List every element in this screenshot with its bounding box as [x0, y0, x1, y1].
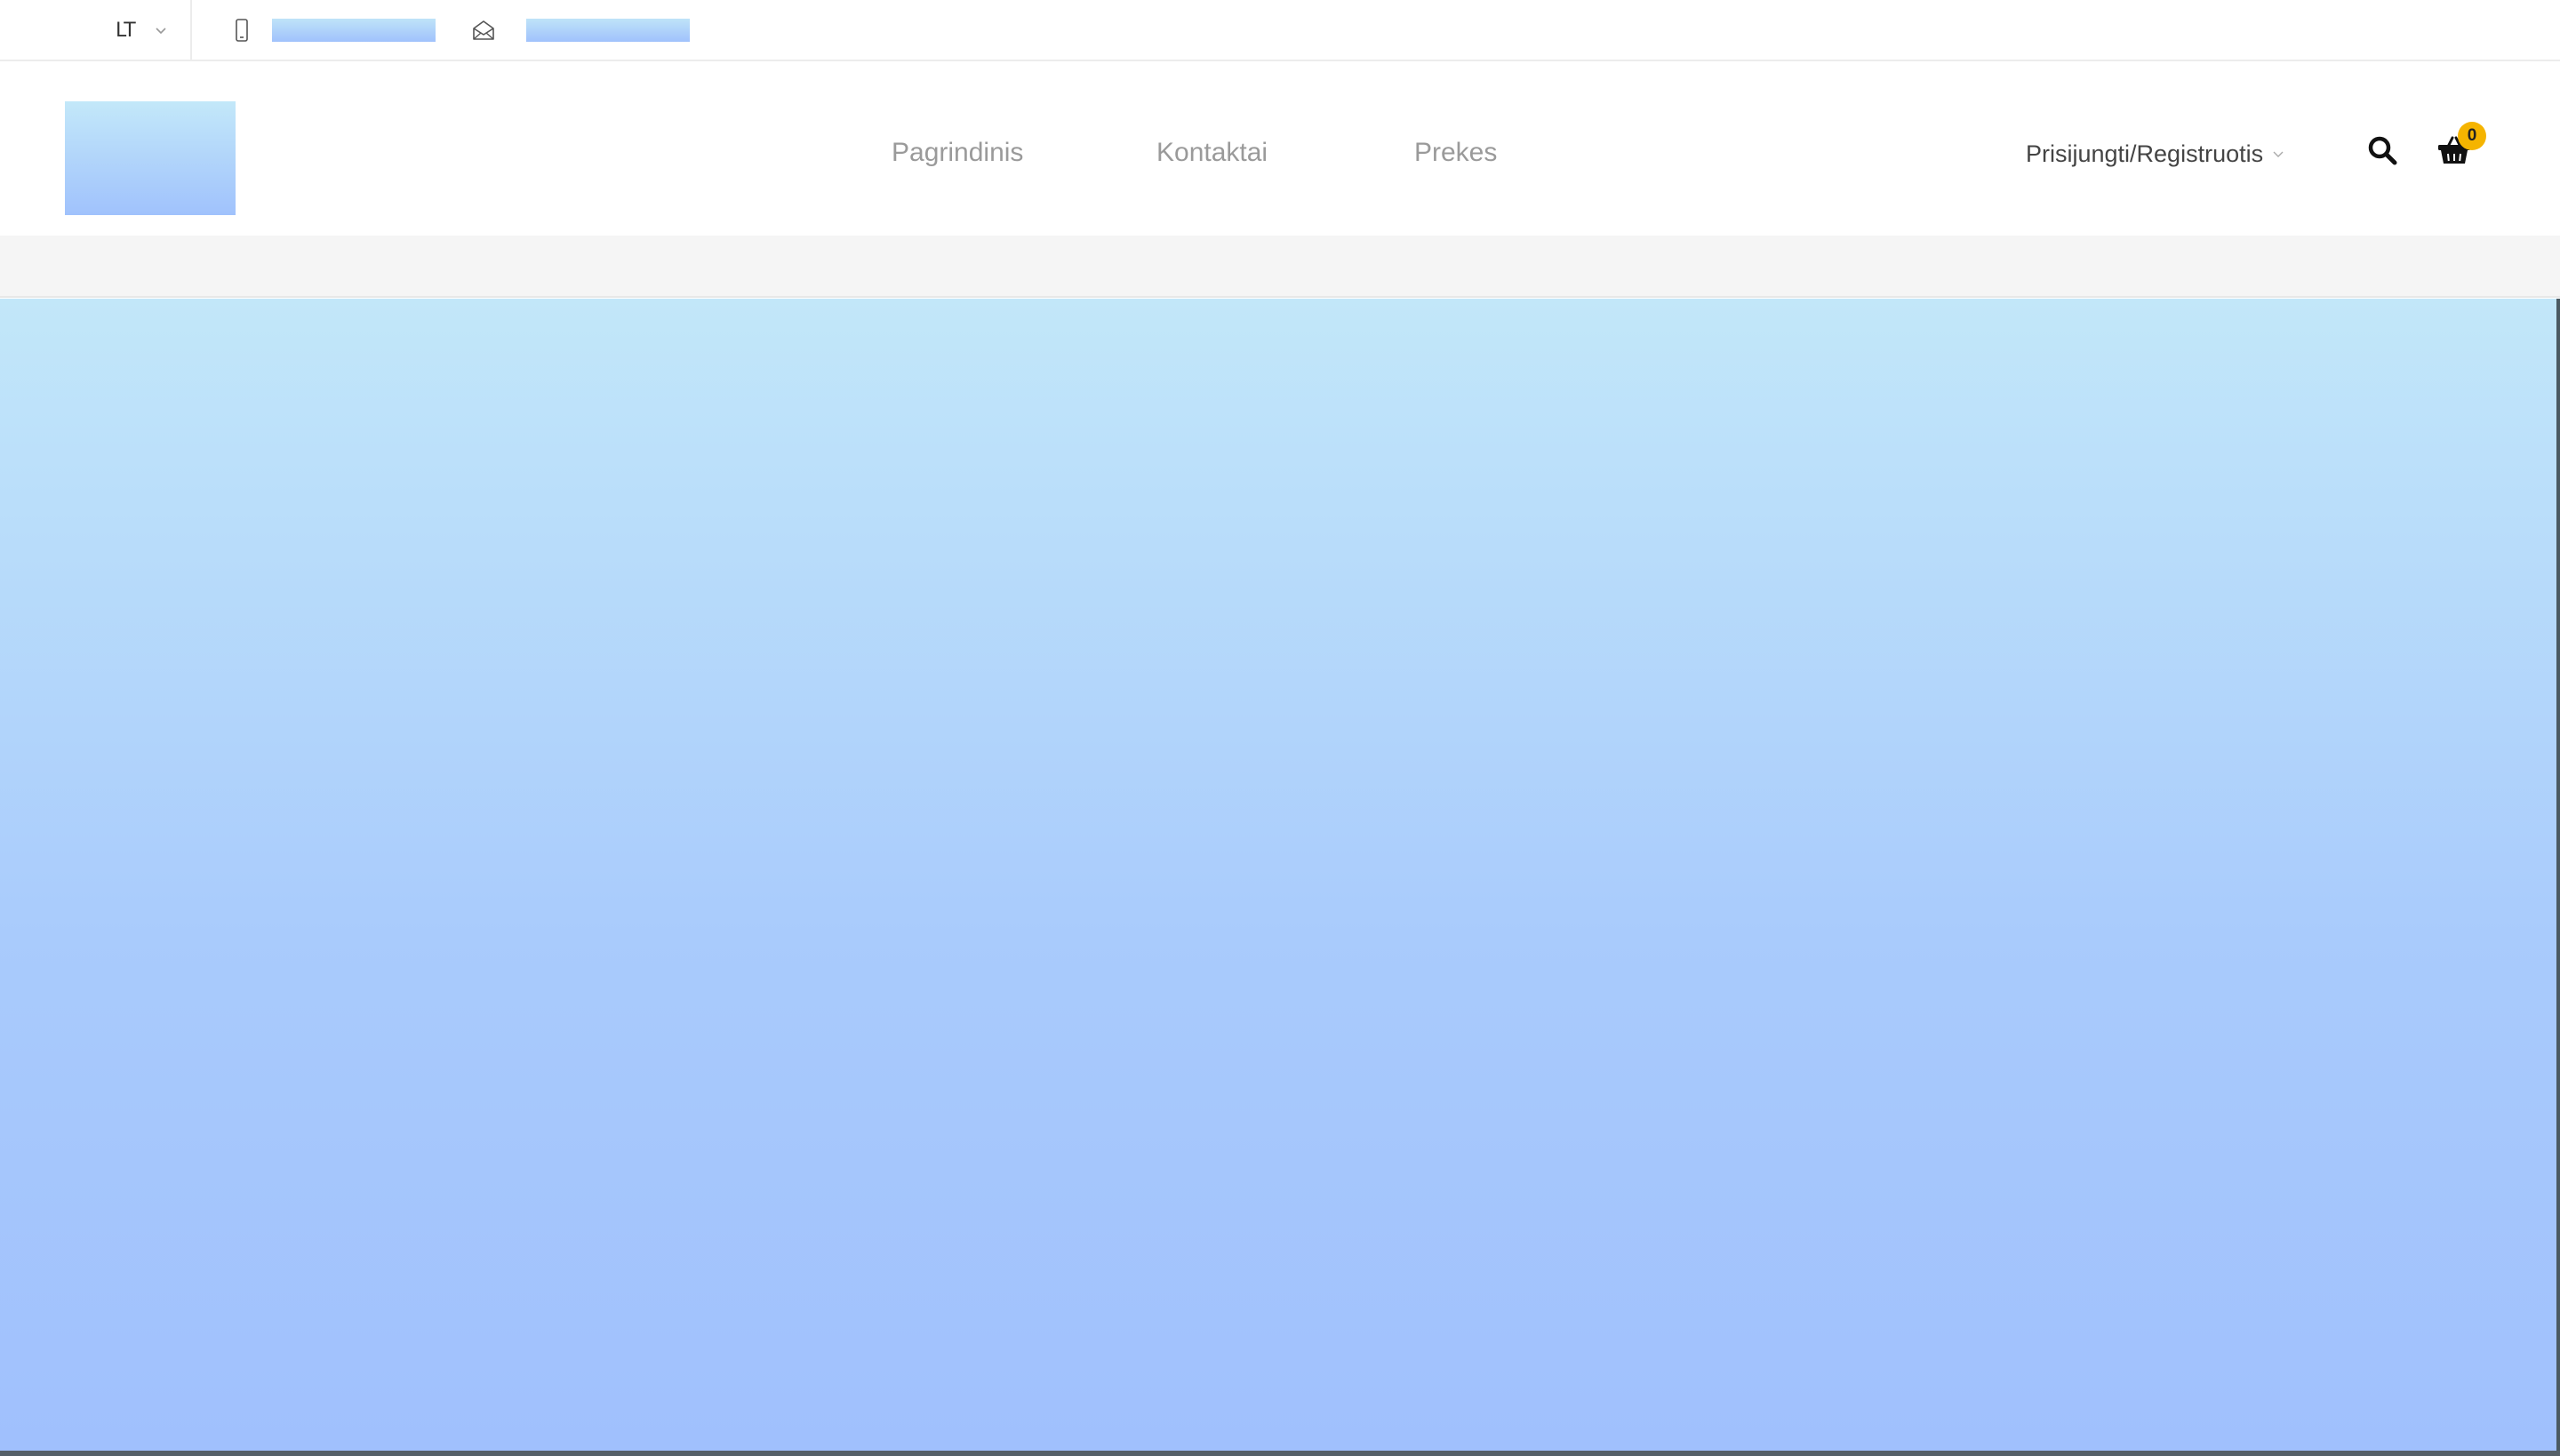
- search-button[interactable]: [2364, 132, 2400, 168]
- nav-item-products[interactable]: Prekes: [1414, 138, 1497, 168]
- topbar-divider: [190, 0, 192, 60]
- site-logo[interactable]: [65, 101, 236, 215]
- hero-image-placeholder: [0, 299, 2558, 1456]
- chevron-down-icon: [2273, 151, 2284, 157]
- nav-item-contacts[interactable]: Kontaktai: [1156, 138, 1268, 168]
- hero-right-edge: [2556, 299, 2560, 1456]
- envelope-open-icon: [471, 16, 496, 44]
- email-address-redacted: [526, 19, 690, 42]
- chevron-down-icon: [156, 28, 166, 35]
- account-label: Prisijungti/Registruotis: [2026, 140, 2264, 167]
- cart-count-badge: 0: [2458, 122, 2486, 150]
- search-icon: [2368, 136, 2397, 165]
- mobile-phone-icon: [229, 16, 254, 44]
- phone-number-redacted: [272, 19, 436, 42]
- nav-item-home[interactable]: Pagrindinis: [892, 138, 1023, 168]
- site-header: Pagrindinis Kontaktai Prekes Prisijungti…: [0, 61, 2560, 236]
- language-label: LT: [116, 19, 136, 42]
- language-selector[interactable]: LT: [116, 16, 168, 44]
- phone-contact[interactable]: [229, 16, 436, 44]
- top-bar: LT: [0, 0, 2560, 61]
- hero-bottom-edge: [0, 1451, 2560, 1456]
- breadcrumb-strip: [0, 236, 2560, 298]
- account-menu[interactable]: Prisijungti/Registruotis: [2026, 136, 2284, 172]
- email-contact[interactable]: [471, 16, 690, 44]
